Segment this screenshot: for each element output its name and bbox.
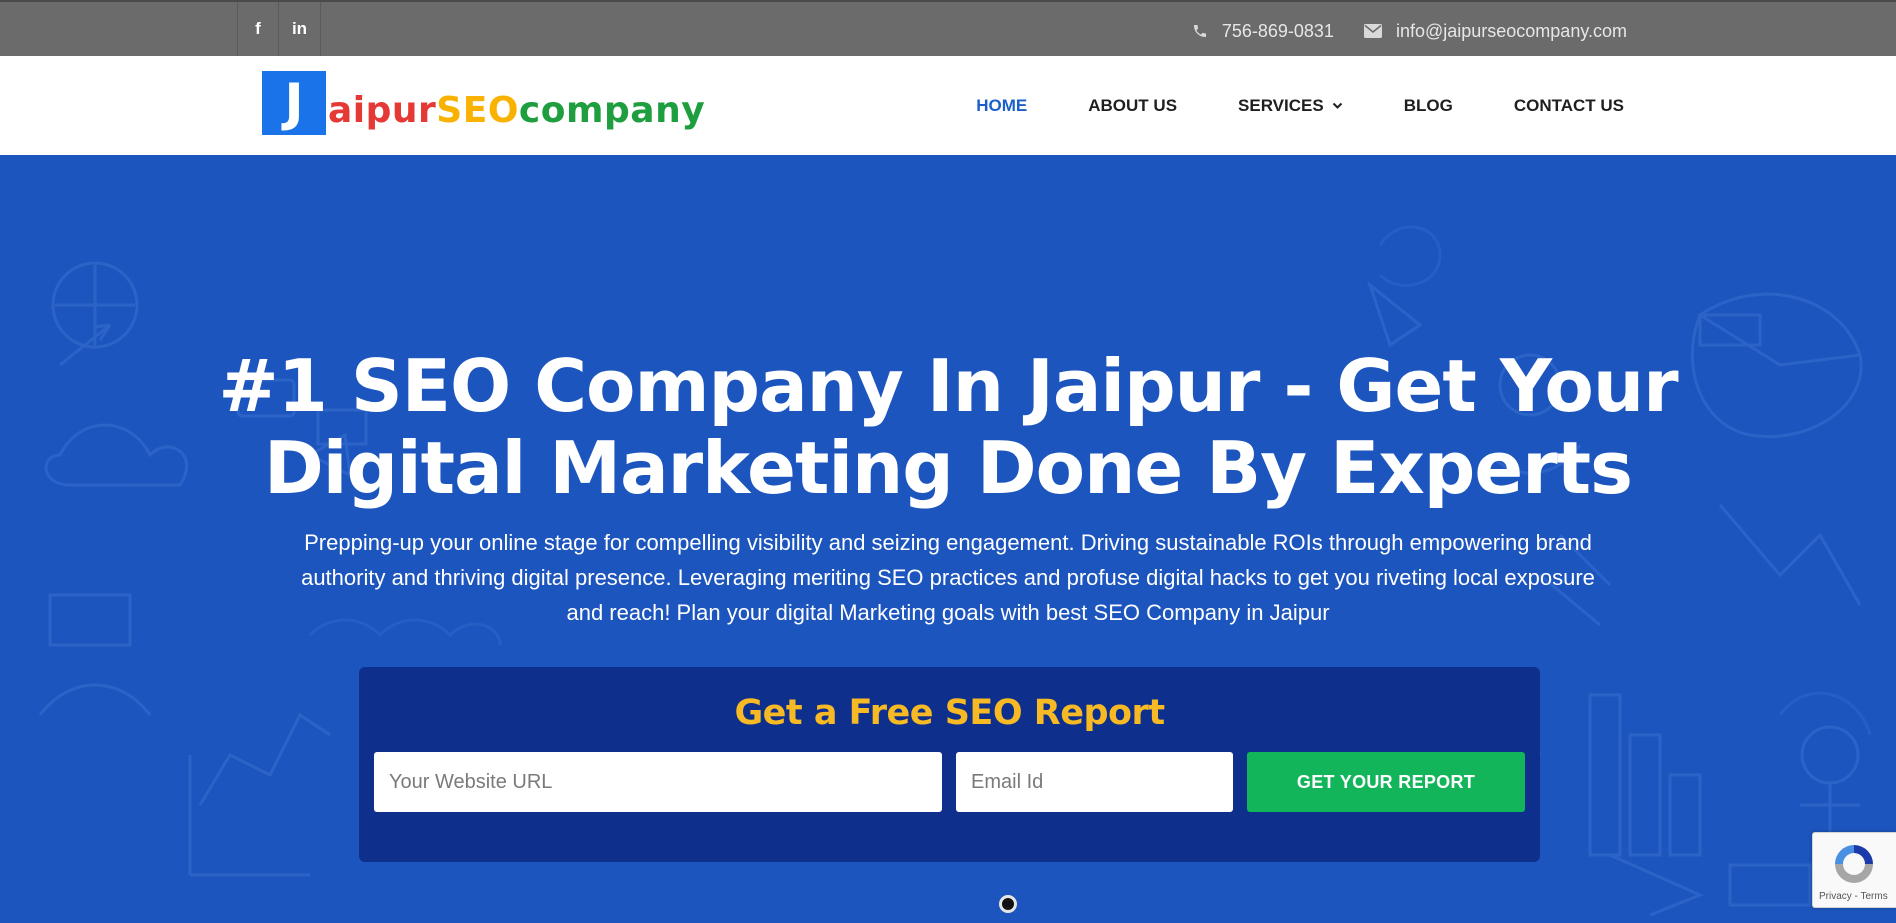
facebook-link[interactable]: f: [237, 2, 279, 56]
social-links: f in: [237, 2, 321, 56]
recaptcha-icon: [1831, 841, 1877, 892]
hero-description: Prepping-up your online stage for compel…: [240, 525, 1656, 630]
report-form-title: Get a Free SEO Report: [734, 693, 1165, 733]
nav-services[interactable]: SERVICES: [1238, 96, 1343, 116]
phone-icon: [1192, 23, 1208, 39]
envelope-icon: [1363, 24, 1382, 38]
website-url-input[interactable]: [374, 752, 942, 812]
linkedin-icon: in: [291, 19, 308, 38]
hero-description-line-2: authority and thriving digital presence.…: [301, 565, 1595, 590]
facebook-icon: f: [255, 19, 261, 38]
linkedin-link[interactable]: in: [279, 2, 321, 56]
hero-description-line-3: and reach! Plan your digital Marketing g…: [566, 600, 1330, 625]
hero-title-line-1: #1 SEO Company In Jaipur - Get Your: [218, 344, 1678, 428]
hero-title: #1 SEO Company In Jaipur - Get Your Digi…: [0, 345, 1896, 509]
main-nav: HOME ABOUT US SERVICES BLOG CONTACT US: [915, 56, 1624, 155]
hero-description-line-1: Prepping-up your online stage for compel…: [304, 530, 1592, 555]
nav-blog[interactable]: BLOG: [1404, 96, 1453, 116]
phone-link[interactable]: 756-869-0831: [1192, 21, 1334, 42]
email-input[interactable]: [956, 752, 1233, 812]
recaptcha-badge[interactable]: Privacy - Terms: [1812, 832, 1896, 908]
site-logo[interactable]: J aipurSEOcompany: [262, 71, 705, 135]
hero-title-line-2: Digital Marketing Done By Experts: [264, 426, 1633, 510]
get-report-button[interactable]: GET YOUR REPORT: [1247, 752, 1525, 812]
nav-contact-us[interactable]: CONTACT US: [1514, 96, 1624, 116]
nav-about-us[interactable]: ABOUT US: [1088, 96, 1177, 116]
seo-report-form: Get a Free SEO Report GET YOUR REPORT: [359, 667, 1540, 862]
slider-dot[interactable]: [999, 895, 1017, 913]
email-address: info@jaipurseocompany.com: [1395, 20, 1627, 41]
chevron-down-icon: [1332, 102, 1343, 110]
contact-info: 756-869-0831 info@jaipurseocompany.com: [1192, 2, 1627, 60]
hero-section: #1 SEO Company In Jaipur - Get Your Digi…: [0, 155, 1896, 923]
logo-wordmark: aipurSEOcompany: [328, 89, 706, 131]
email-link[interactable]: info@jaipurseocompany.com: [1363, 20, 1627, 42]
site-header: J aipurSEOcompany HOME ABOUT US SERVICES…: [0, 56, 1896, 155]
logo-mark: J: [262, 71, 326, 135]
nav-services-label: SERVICES: [1238, 95, 1324, 115]
recaptcha-terms[interactable]: Privacy - Terms: [1819, 891, 1888, 902]
nav-home[interactable]: HOME: [976, 96, 1027, 116]
phone-number: 756-869-0831: [1221, 20, 1334, 41]
top-bar: f in 756-869-0831 info@jaipurseocompany.…: [0, 0, 1896, 56]
